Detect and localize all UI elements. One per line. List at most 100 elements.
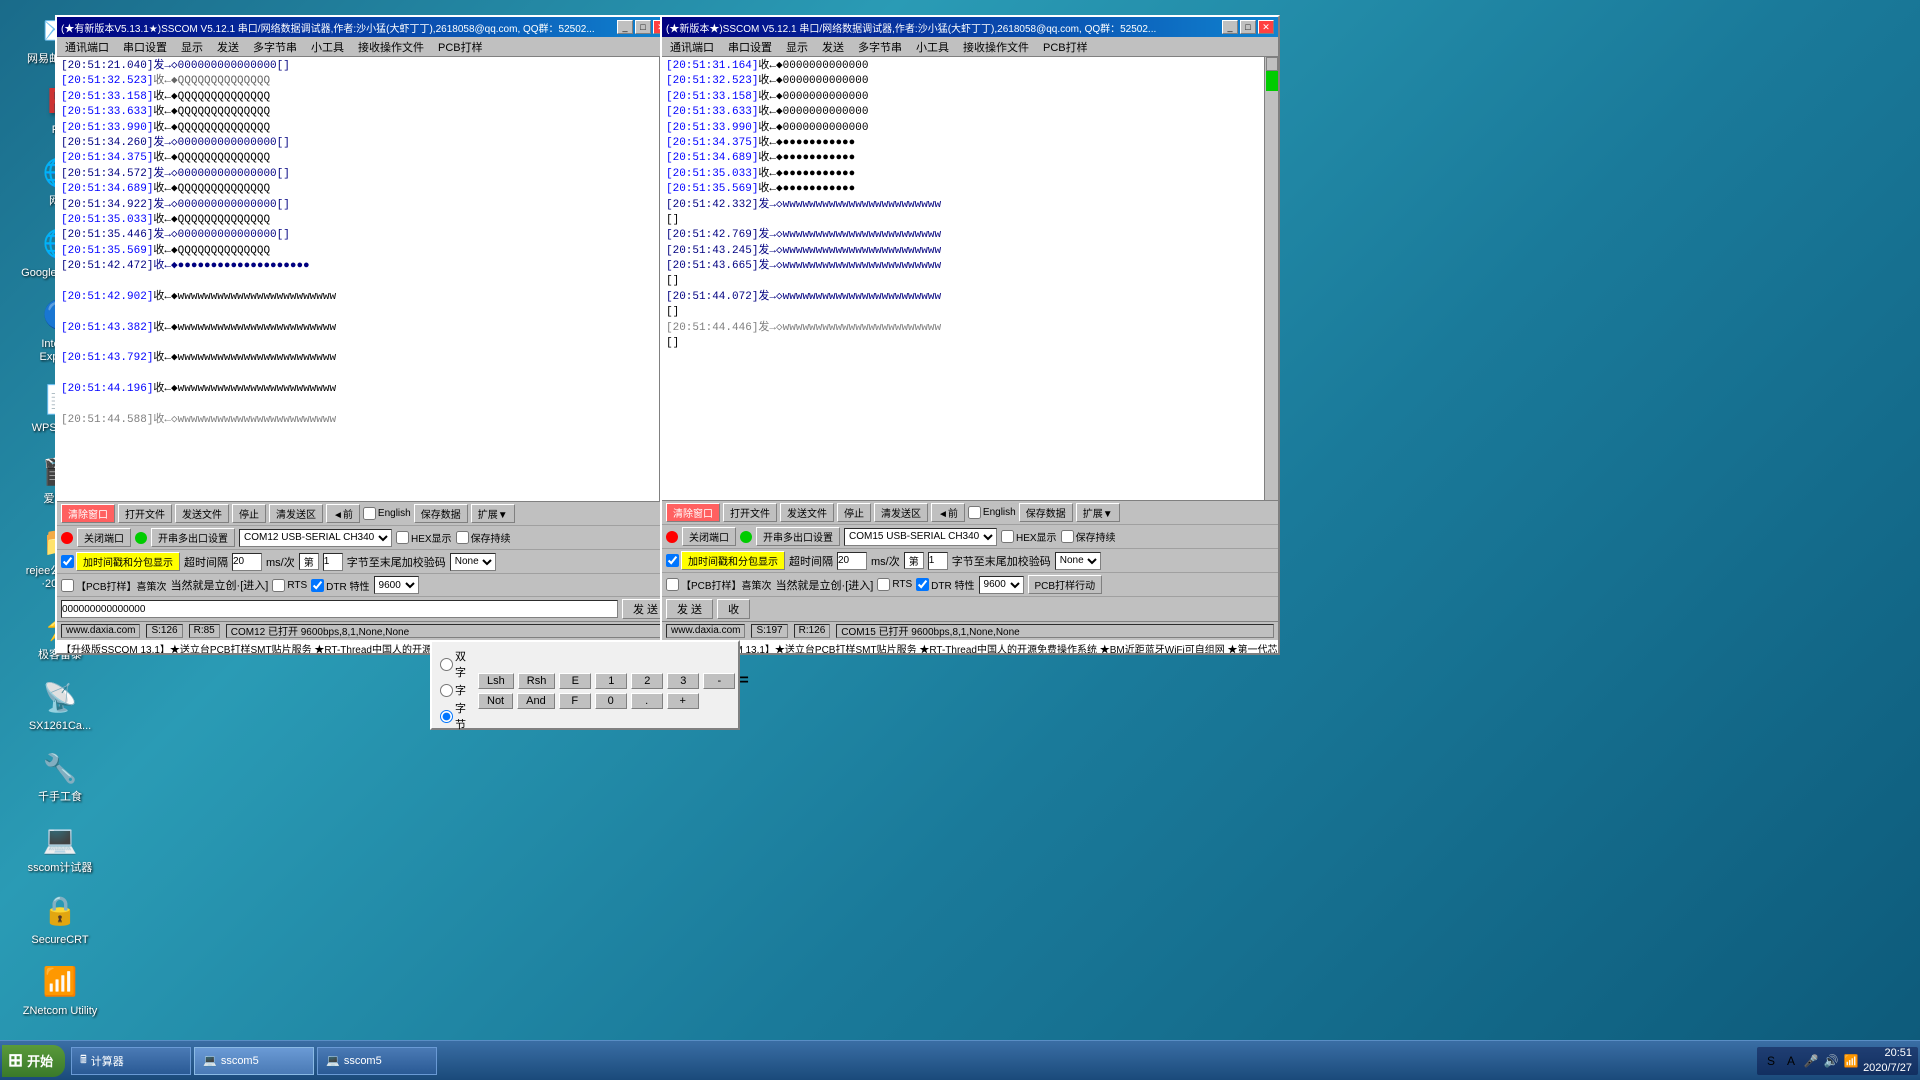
minimize-btn-1[interactable]: _ [617,20,633,34]
baud-select-2[interactable]: 9600 [979,576,1024,594]
minus-btn[interactable]: - [703,673,735,689]
interval-input-2[interactable] [837,552,867,570]
save-hold-1[interactable]: 保存持续 [456,530,511,545]
english-check-1[interactable]: English [363,507,411,520]
num3-btn[interactable]: 3 [667,673,699,689]
hex-show-2[interactable]: HEX显示 [1001,529,1057,544]
taskbar-app-sscom5-2[interactable]: 💻 sscom5 [317,1047,437,1075]
menu-tools-1[interactable]: 小工具 [305,38,350,56]
english-checkbox-1[interactable] [363,507,376,520]
radio-byte[interactable]: 字节 [440,700,466,732]
menu-send-2[interactable]: 发送 [816,38,850,56]
port-select-2[interactable]: COM15 USB-SERIAL CH340 [844,528,997,546]
close-port-btn-1[interactable]: 关闭端口 [77,528,131,547]
start-button[interactable]: ⊞ 开始 [2,1045,65,1077]
desktop-icon-qianshugong[interactable]: 🔧 千手工食 [20,748,100,804]
close-port-btn-2[interactable]: 关闭端口 [682,527,736,546]
hex-checkbox-2[interactable] [1001,530,1014,543]
menu-recvfile-1[interactable]: 接收操作文件 [352,38,430,56]
interval-input-1[interactable] [232,553,262,571]
desktop-icon-znetcom[interactable]: 📶 ZNetcom Utility [20,962,100,1018]
baud-select-1[interactable]: 9600 [374,576,419,594]
stop-btn-1[interactable]: 停止 [232,504,266,523]
packet-input-2[interactable] [928,552,948,570]
pcb-checkbox-2[interactable] [666,578,679,591]
open-port-btn-2[interactable]: 开串多出口设置 [756,527,840,546]
num0-btn[interactable]: 0 [595,693,627,709]
send-input-1[interactable] [61,600,618,618]
radio-byte-input[interactable] [440,710,453,723]
menu-pcb-1[interactable]: PCB打样 [432,38,489,56]
dtr-checkbox-1[interactable] [311,579,324,592]
maximize-btn-2[interactable]: □ [1240,20,1256,34]
menu-comm-1[interactable]: 通讯端口 [59,38,115,56]
hex-show-1[interactable]: HEX显示 [396,530,452,545]
checksum-select-1[interactable]: None [450,553,496,571]
save-log-btn-1[interactable]: 保存数据 [414,504,468,523]
pcb-check-2[interactable]: 【PCB打样】喜策次 [666,577,772,592]
clear-send-btn-1[interactable]: 清发送区 [269,504,323,523]
add-time-checkbox-1[interactable] [61,555,74,568]
english-check-2[interactable]: English [968,506,1016,519]
add-time-check-2[interactable]: 加时间戳和分包显示 [666,551,785,570]
taskbar-app-calculator[interactable]: 🖩 计算器 [71,1047,191,1075]
prev-btn-2[interactable]: ◄前 [931,503,965,522]
pcb-check-1[interactable]: 【PCB打样】喜策次 [61,578,167,593]
checksum-select-2[interactable]: None [1055,552,1101,570]
packet-input-1[interactable] [323,553,343,571]
menu-multibyte-1[interactable]: 多字节串 [247,38,303,56]
menu-multibyte-2[interactable]: 多字节串 [852,38,908,56]
menu-comm-2[interactable]: 通讯端口 [664,38,720,56]
tray-network-icon[interactable]: 📶 [1843,1053,1859,1069]
expand-btn-2[interactable]: 扩展▼ [1076,503,1120,522]
menu-portset-1[interactable]: 串口设置 [117,38,173,56]
menu-tools-2[interactable]: 小工具 [910,38,955,56]
open-file-btn-1[interactable]: 打开文件 [118,504,172,523]
dot-btn[interactable]: . [631,693,663,709]
tray-volume-icon[interactable]: 🔊 [1823,1053,1839,1069]
not-btn[interactable]: Not [478,693,513,709]
maximize-btn-1[interactable]: □ [635,20,651,34]
and-btn[interactable]: And [517,693,555,709]
menu-display-1[interactable]: 显示 [175,38,209,56]
open-port-btn-1[interactable]: 开串多出口设置 [151,528,235,547]
tray-lang-icon[interactable]: A [1783,1053,1799,1069]
rts-checkbox-2[interactable] [877,578,890,591]
add-time-checkbox-2[interactable] [666,554,679,567]
stop-btn-2[interactable]: 停止 [837,503,871,522]
menu-recvfile-2[interactable]: 接收操作文件 [957,38,1035,56]
pcb-action-btn-2[interactable]: PCB打样行动 [1028,575,1103,594]
save-hold-2[interactable]: 保存持续 [1061,529,1116,544]
send-btn-2[interactable]: 发 送 [666,599,713,619]
e-btn[interactable]: E [559,673,591,689]
num1-btn[interactable]: 1 [595,673,627,689]
menu-pcb-2[interactable]: PCB打样 [1037,38,1094,56]
f-btn[interactable]: F [559,693,591,709]
save-checkbox-2[interactable] [1061,530,1074,543]
desktop-icon-sscom[interactable]: 💻 sscom计试器 [20,819,100,875]
prev-btn-1[interactable]: ◄前 [326,504,360,523]
radio-double-word-input[interactable] [440,658,453,671]
terminal-area-1[interactable]: [20:51:21.040]发→◇000000000000000[] [20:5… [57,57,673,501]
english-checkbox-2[interactable] [968,506,981,519]
save-checkbox-1[interactable] [456,531,469,544]
rsh-btn[interactable]: Rsh [518,673,556,689]
expand-btn-1[interactable]: 扩展▼ [471,504,515,523]
lsh-btn[interactable]: Lsh [478,673,514,689]
add-time-check-1[interactable]: 加时间戳和分包显示 [61,552,180,571]
dtr-checkbox-2[interactable] [916,578,929,591]
menu-portset-2[interactable]: 串口设置 [722,38,778,56]
clear-send-btn-2[interactable]: 清发送区 [874,503,928,522]
terminal-area-2[interactable]: [20:51:31.164]收←◆0000000000000 [20:51:32… [662,57,1278,500]
rts-checkbox-1[interactable] [272,579,285,592]
menu-display-2[interactable]: 显示 [780,38,814,56]
send-file-btn-1[interactable]: 发送文件 [175,504,229,523]
clear-window-btn-2[interactable]: 清除窗口 [666,503,720,522]
radio-word-input[interactable] [440,684,453,697]
radio-double-word[interactable]: 双字 [440,648,466,680]
desktop-icon-securecrt[interactable]: 🔒 SecureCRT [20,891,100,947]
desktop-icon-sx1261[interactable]: 📡 SX1261Ca... [20,677,100,733]
hex-checkbox-1[interactable] [396,531,409,544]
clear-window-btn-1[interactable]: 清除窗口 [61,504,115,523]
recv-btn-2[interactable]: 收 [717,599,750,619]
